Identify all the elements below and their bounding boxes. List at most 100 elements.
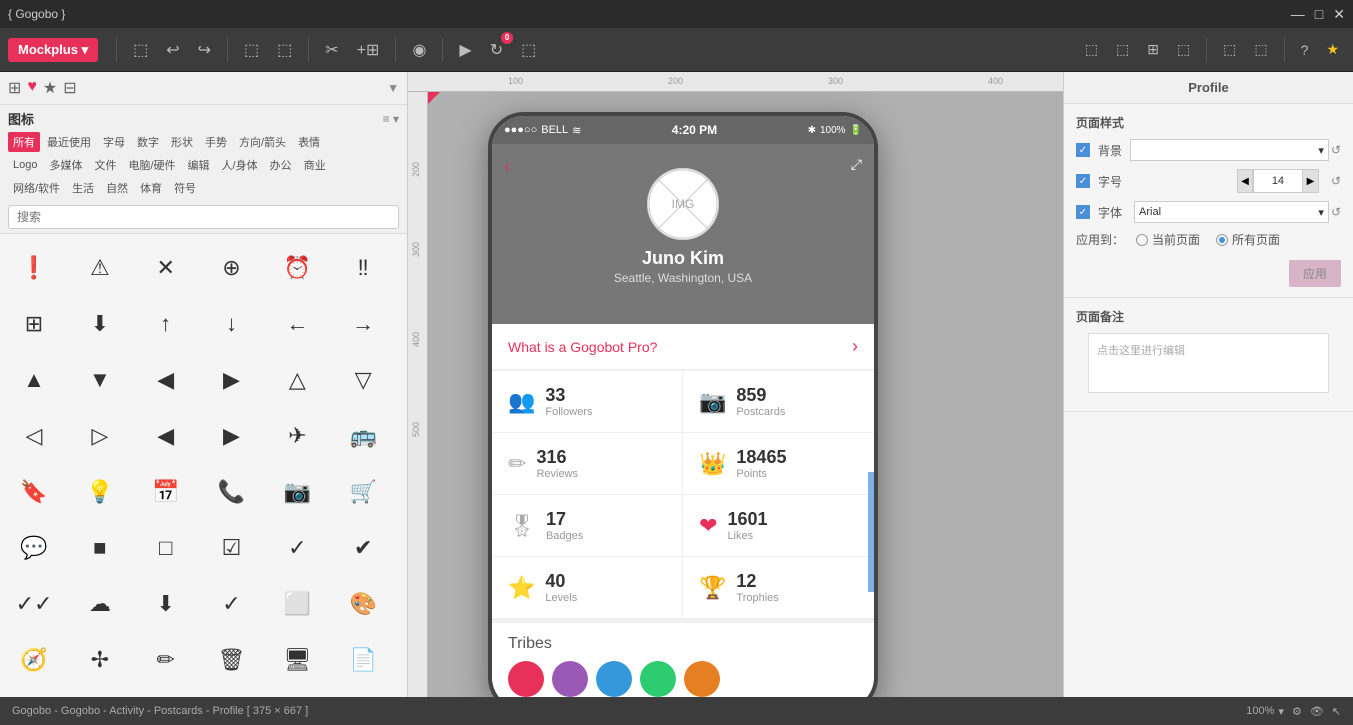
cat-symbol[interactable]: 符号: [169, 178, 201, 198]
scissors-button[interactable]: ✂: [319, 36, 344, 64]
cat-sports[interactable]: 体育: [135, 178, 167, 198]
cat-direction[interactable]: 方向/箭头: [234, 132, 291, 152]
icon-plus-circle[interactable]: ⊕: [205, 242, 257, 294]
cat-media[interactable]: 多媒体: [44, 155, 87, 175]
icon-square-solid[interactable]: ■: [74, 522, 126, 574]
icon-chat[interactable]: 💬: [8, 522, 60, 574]
settings-icon[interactable]: ⚙: [1292, 705, 1302, 718]
bg-checkbox[interactable]: ✓: [1076, 143, 1090, 157]
stat-badges[interactable]: 🎖 17 Badges: [492, 495, 683, 557]
icon-cart[interactable]: 🛒: [337, 466, 389, 518]
icon-download-circle[interactable]: ⬇: [74, 298, 126, 350]
icon-exclamation[interactable]: ❗: [8, 242, 60, 294]
new-project-button[interactable]: ⬚: [127, 36, 154, 64]
icon-caret-left[interactable]: ◁: [8, 410, 60, 462]
play-button[interactable]: ▶: [453, 36, 477, 64]
canvas-resize-handle[interactable]: [868, 472, 874, 592]
stat-trophies[interactable]: 🏆 12 Trophies: [683, 557, 874, 619]
sync-button[interactable]: ↻: [484, 36, 509, 64]
icon-monitor[interactable]: 🖥: [271, 634, 323, 686]
icon-search-input[interactable]: [8, 205, 399, 229]
grid-button[interactable]: ⬚: [1079, 37, 1104, 62]
icon-warning[interactable]: ⚠: [74, 242, 126, 294]
cat-number[interactable]: 数字: [132, 132, 164, 152]
shape-button[interactable]: ◉: [406, 36, 432, 64]
fontfamily-refresh-icon[interactable]: ↺: [1331, 205, 1341, 219]
cut-button[interactable]: ⬚: [238, 36, 265, 64]
icon-triangle-down[interactable]: ▼: [74, 354, 126, 406]
icon-cross[interactable]: ✕: [140, 242, 192, 294]
icon-rect-outline[interactable]: ⬜: [271, 578, 323, 630]
close-button[interactable]: ✕: [1333, 6, 1345, 23]
cat-expression[interactable]: 表情: [293, 132, 325, 152]
icon-double-check[interactable]: ✓✓: [8, 578, 60, 630]
undo-button[interactable]: ↩: [160, 36, 185, 64]
cat-letter[interactable]: 字母: [98, 132, 130, 152]
icon-triangle-up[interactable]: ▲: [8, 354, 60, 406]
fontsize-left-arrow[interactable]: ◀: [1237, 169, 1253, 193]
icon-palette[interactable]: 🎨: [337, 578, 389, 630]
export-button[interactable]: ⬚: [515, 36, 542, 64]
icon-caret-down[interactable]: ▽: [337, 354, 389, 406]
radio-current-page[interactable]: 当前页面: [1136, 231, 1200, 248]
panel-icon-star[interactable]: ★: [43, 78, 57, 98]
share-button[interactable]: ⬚: [1110, 37, 1135, 62]
profile-tab-label[interactable]: Profile: [1188, 80, 1228, 95]
icon-bulb[interactable]: 💡: [74, 466, 126, 518]
tribe-avatar-2[interactable]: [552, 661, 588, 697]
fontsize-refresh-icon[interactable]: ↺: [1331, 174, 1341, 188]
icon-plane[interactable]: ✈: [271, 410, 323, 462]
icon-circle-left[interactable]: ◀: [140, 410, 192, 462]
plus-button[interactable]: +⊞: [351, 36, 386, 64]
fontsize-right-arrow[interactable]: ▶: [1303, 169, 1319, 193]
bg-select[interactable]: ▾: [1130, 139, 1329, 161]
icon-check-circle[interactable]: ✓: [271, 522, 323, 574]
icon-camera[interactable]: 📷: [271, 466, 323, 518]
icon-list[interactable]: ≡: [74, 690, 126, 697]
icon-arrow-right[interactable]: →: [337, 298, 389, 350]
icon-split[interactable]: ◫: [8, 690, 60, 697]
stat-levels[interactable]: ⭐ 40 Levels: [492, 557, 683, 619]
icon-triangle-right[interactable]: ▶: [205, 354, 257, 406]
panel-collapse-button[interactable]: ▼: [387, 81, 399, 95]
icon-caret-right[interactable]: ▷: [74, 410, 126, 462]
cat-gesture[interactable]: 手势: [200, 132, 232, 152]
cat-shape[interactable]: 形状: [166, 132, 198, 152]
icon-menu-button[interactable]: ≡ ▾: [383, 112, 399, 126]
bg-refresh-icon[interactable]: ↺: [1331, 143, 1341, 157]
stat-likes[interactable]: ❤ 1601 Likes: [683, 495, 874, 557]
expand-button[interactable]: ⤢: [851, 156, 862, 173]
fontfamily-select[interactable]: Arial ▾: [1134, 201, 1329, 223]
redo-button[interactable]: ↪: [192, 36, 217, 64]
fontsize-checkbox[interactable]: ✓: [1076, 174, 1090, 188]
zoom-control[interactable]: 100% ▾: [1246, 705, 1284, 718]
cat-person[interactable]: 人/身体: [217, 155, 263, 175]
icon-cloud[interactable]: ☁: [74, 578, 126, 630]
icon-check-bold[interactable]: ✔: [337, 522, 389, 574]
icon-bookmark[interactable]: 🔖: [8, 466, 60, 518]
tribe-avatar-1[interactable]: [508, 661, 544, 697]
cat-business[interactable]: 商业: [299, 155, 331, 175]
stat-postcards[interactable]: 📷 859 Postcards: [683, 371, 874, 433]
cat-office[interactable]: 办公: [265, 155, 297, 175]
favorite-button[interactable]: ★: [1320, 37, 1345, 62]
tribe-avatar-4[interactable]: [640, 661, 676, 697]
stat-reviews[interactable]: ✏ 316 Reviews: [492, 433, 683, 495]
cat-all[interactable]: 所有: [8, 132, 40, 152]
icon-square-outline[interactable]: □: [140, 522, 192, 574]
icon-calendar[interactable]: 📅: [140, 466, 192, 518]
icon-plane2[interactable]: ✈: [140, 690, 192, 697]
icon-cloud-down[interactable]: ⬇: [140, 578, 192, 630]
maximize-button[interactable]: □: [1315, 6, 1323, 23]
fontsize-value[interactable]: 14: [1253, 169, 1303, 193]
cat-file[interactable]: 文件: [89, 155, 121, 175]
panel-icon-table[interactable]: ⊟: [63, 78, 76, 98]
icon-phone[interactable]: 📞: [205, 466, 257, 518]
tribe-avatar-5[interactable]: [684, 661, 720, 697]
icon-clock[interactable]: ⏰: [271, 242, 323, 294]
icon-arrow-down[interactable]: ↓: [205, 298, 257, 350]
apply-button[interactable]: 应用: [1289, 260, 1341, 287]
stat-followers[interactable]: 👥 33 Followers: [492, 371, 683, 433]
icon-file[interactable]: 📄: [337, 634, 389, 686]
icon-pencil[interactable]: ✏: [140, 634, 192, 686]
